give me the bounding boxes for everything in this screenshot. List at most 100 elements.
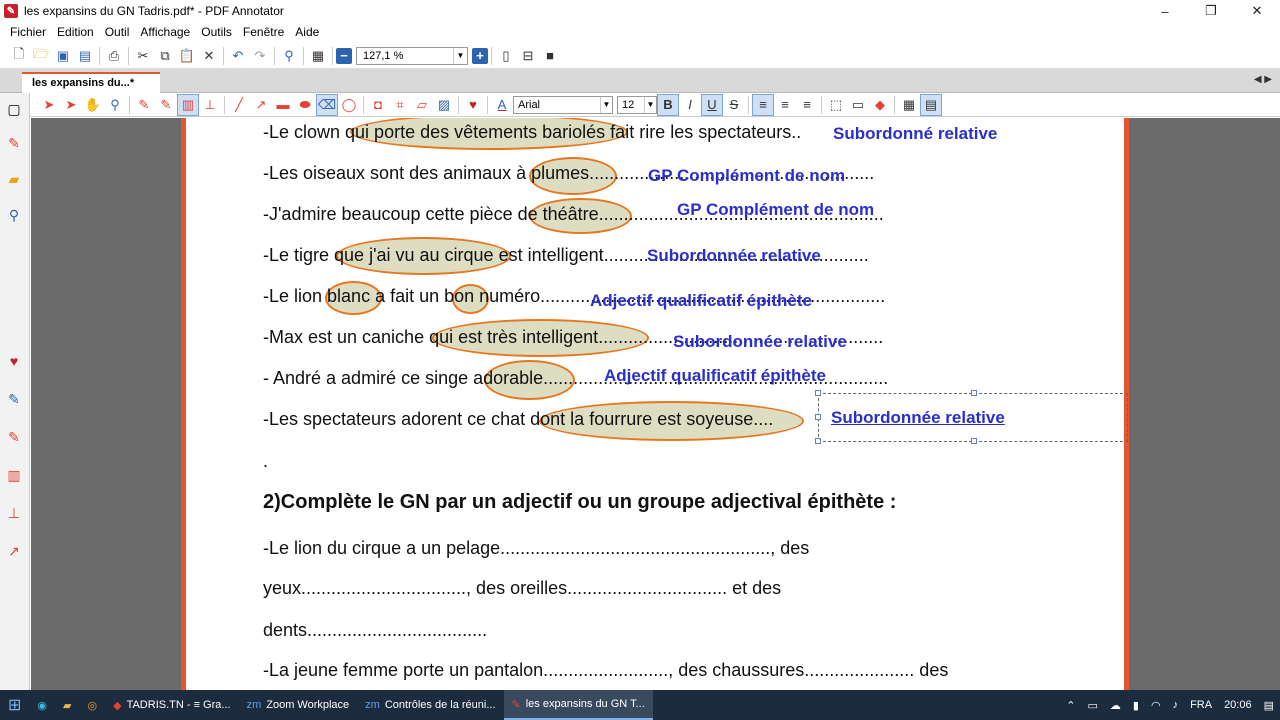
border-style-icon[interactable]: ▭	[847, 94, 869, 116]
strikethrough-button[interactable]: S	[723, 94, 745, 116]
maximize-button[interactable]: ❐	[1188, 0, 1234, 22]
clock[interactable]: 20:06	[1224, 699, 1252, 711]
pen-icon[interactable]: ✎	[6, 135, 22, 151]
annotation-text[interactable]: GP Complément de nom	[648, 166, 845, 186]
annotation-text[interactable]: GP Complément de nom	[677, 200, 874, 220]
rectangle-icon[interactable]: ▬	[272, 94, 294, 116]
battery-icon[interactable]: ▮	[1133, 699, 1139, 712]
network-icon[interactable]: ◠	[1151, 699, 1161, 712]
hand-icon[interactable]: ✋	[82, 94, 104, 116]
image-icon[interactable]: ▨	[433, 94, 455, 116]
document-canvas[interactable]: -Le clown qui porte des vêtements bariol…	[31, 118, 1280, 690]
copy-icon[interactable]: ⧉	[154, 45, 176, 67]
chevron-down-icon[interactable]: ▼	[644, 96, 656, 113]
close-button[interactable]: ✕	[1234, 0, 1280, 22]
italic-button[interactable]: I	[679, 94, 701, 116]
resize-handle[interactable]	[815, 414, 821, 420]
meet-now-icon[interactable]: ▭	[1087, 699, 1097, 712]
annotation-text[interactable]: Adjectif qualificatif épithète	[590, 291, 812, 311]
annotation-text[interactable]: Subordonnée relative	[647, 246, 821, 266]
menu-fichier[interactable]: Fichier	[10, 25, 46, 39]
line-icon[interactable]: ╱	[228, 94, 250, 116]
stamp-icon[interactable]: ⊥	[6, 505, 22, 521]
chevron-up-icon[interactable]: ⌃	[1066, 699, 1075, 712]
border-icon[interactable]: ⬚	[825, 94, 847, 116]
font-size-select[interactable]: 12 ▼	[617, 95, 657, 114]
zoom-in-button[interactable]: +	[472, 47, 488, 64]
chart-stamp-icon[interactable]: ▥	[6, 467, 22, 483]
find-icon[interactable]: ⚲	[278, 45, 300, 67]
cut-icon[interactable]: ✂	[132, 45, 154, 67]
annotation-text[interactable]: Subordonné relative	[833, 124, 997, 144]
folder-icon[interactable]: ▰	[6, 171, 22, 187]
favorites-icon[interactable]: ♥	[462, 94, 484, 116]
file-explorer-icon[interactable]: ▰	[55, 690, 79, 720]
stamp-tool-icon[interactable]: ⊥	[199, 94, 221, 116]
text-stamp-icon[interactable]: ▥	[177, 93, 199, 116]
taskbar-app-pdf-annotator[interactable]: ✎ les expansins du GN T...	[503, 690, 653, 720]
marker-icon[interactable]: ✎	[6, 429, 22, 445]
ellipse-icon[interactable]: ⬬	[294, 94, 316, 116]
taskbar-app-meeting-controls[interactable]: zm Contrôles de la réuni...	[357, 690, 503, 720]
menu-outils[interactable]: Outils	[201, 25, 232, 39]
chevron-down-icon[interactable]: ▼	[453, 47, 467, 64]
menu-affichage[interactable]: Affichage	[140, 25, 190, 39]
eraser-icon[interactable]: ⌫	[316, 93, 338, 116]
selection-box[interactable]	[818, 393, 1128, 442]
attachment-icon[interactable]: ⚲	[6, 207, 22, 223]
undo-icon[interactable]: ↶	[227, 45, 249, 67]
arrow-icon[interactable]: ↗	[6, 543, 22, 559]
volume-icon[interactable]: ♪	[1173, 699, 1179, 711]
zoom-tool-icon[interactable]: ⚲	[104, 94, 126, 116]
pdf-page[interactable]: -Le clown qui porte des vêtements bariol…	[186, 118, 1128, 690]
menu-fenetre[interactable]: Fenêtre	[243, 25, 284, 39]
resize-handle[interactable]	[971, 438, 977, 444]
properties-icon[interactable]: ▤	[920, 93, 942, 116]
menu-aide[interactable]: Aide	[295, 25, 319, 39]
ruler-icon[interactable]: ▱	[411, 94, 433, 116]
minimize-button[interactable]: –	[1142, 0, 1188, 22]
cloud-icon[interactable]: ☁	[1110, 699, 1121, 712]
save-icon[interactable]: ▣	[52, 45, 74, 67]
arrow-tool-icon[interactable]: ↗	[250, 94, 272, 116]
fit-page-icon[interactable]: ▯	[495, 45, 517, 67]
pen-blue-icon[interactable]: ✎	[6, 391, 22, 407]
new-document-icon[interactable]: 🗋	[8, 45, 30, 67]
align-left-icon[interactable]: ≡	[752, 93, 774, 116]
lasso-icon[interactable]: ◯	[338, 94, 360, 116]
fullscreen-icon[interactable]: ■	[539, 45, 561, 67]
paste-icon[interactable]: 📋	[176, 45, 198, 67]
page-icon[interactable]: ▢	[6, 101, 22, 117]
align-center-icon[interactable]: ≡	[774, 94, 796, 116]
grid-icon[interactable]: ▦	[898, 94, 920, 116]
pen-tool-icon[interactable]: ✎	[133, 94, 155, 116]
taskbar-app-tadris[interactable]: ◆ TADRIS.TN - ≡ Gra...	[105, 690, 238, 720]
menu-outil[interactable]: Outil	[105, 25, 130, 39]
document-tab[interactable]: les expansins du...*	[22, 72, 160, 93]
open-folder-icon[interactable]: 🗁	[30, 45, 52, 67]
language-indicator[interactable]: FRA	[1190, 699, 1212, 711]
save-all-icon[interactable]: ▤	[74, 45, 96, 67]
menu-edition[interactable]: Edition	[57, 25, 94, 39]
delete-icon[interactable]: ✕	[198, 45, 220, 67]
zoom-field[interactable]: 127,1 % ▼	[356, 46, 468, 65]
crop-icon[interactable]: ⌗	[389, 94, 411, 116]
underline-button[interactable]: U	[701, 93, 723, 116]
chevron-down-icon[interactable]: ▼	[600, 96, 612, 113]
annotation-text[interactable]: Subordonnée relative	[673, 332, 847, 352]
fill-color-icon[interactable]: ◆	[869, 94, 891, 116]
align-right-icon[interactable]: ≡	[796, 94, 818, 116]
annotation-text[interactable]: Adjectif qualificatif épithète	[604, 366, 826, 386]
resize-handle[interactable]	[815, 390, 821, 396]
start-button[interactable]: ⊞	[0, 690, 29, 720]
tab-scroll-icon[interactable]: ◀ ▶	[1254, 74, 1272, 85]
resize-handle[interactable]	[815, 438, 821, 444]
camera-icon[interactable]: ◘	[367, 94, 389, 116]
font-family-select[interactable]: Arial ▼	[513, 95, 613, 114]
page-layout-icon[interactable]: ▦	[307, 45, 329, 67]
fit-width-icon[interactable]: ⊟	[517, 45, 539, 67]
zoom-out-button[interactable]: −	[336, 47, 352, 64]
chrome-icon[interactable]: ◎	[79, 690, 105, 720]
select-text-icon[interactable]: ➤	[60, 94, 82, 116]
font-color-icon[interactable]: A	[491, 94, 513, 116]
